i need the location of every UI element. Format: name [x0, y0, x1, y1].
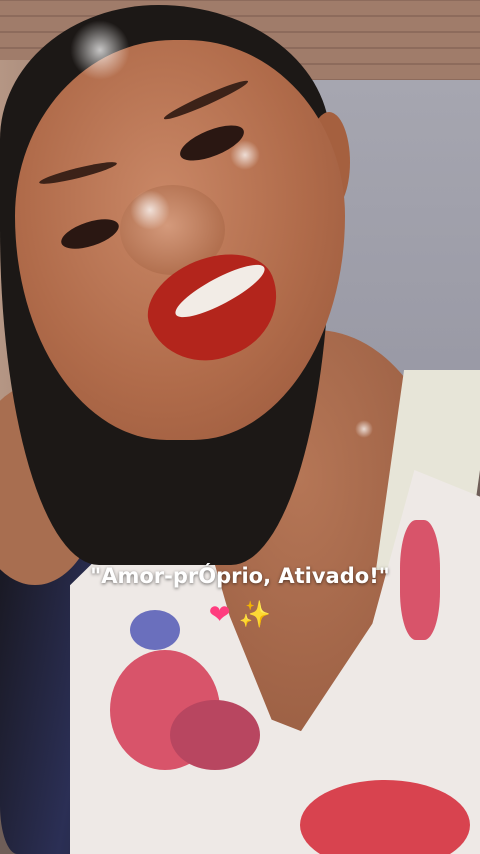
heart-icon: ❤	[208, 600, 231, 630]
sparkle-glow	[355, 420, 373, 438]
photo-frame: "Amor-prÓprio, Ativado!" ❤ ✨	[0, 0, 480, 854]
floral-print	[170, 700, 260, 770]
caption-emoji-row: ❤ ✨	[0, 598, 480, 632]
caption-text: "Amor-prÓprio, Ativado!"	[90, 564, 390, 588]
sparkles-icon: ✨	[238, 600, 272, 630]
sparkle-glow	[130, 190, 170, 230]
sparkle-glow	[230, 140, 260, 170]
sparkle-glow	[70, 20, 130, 80]
